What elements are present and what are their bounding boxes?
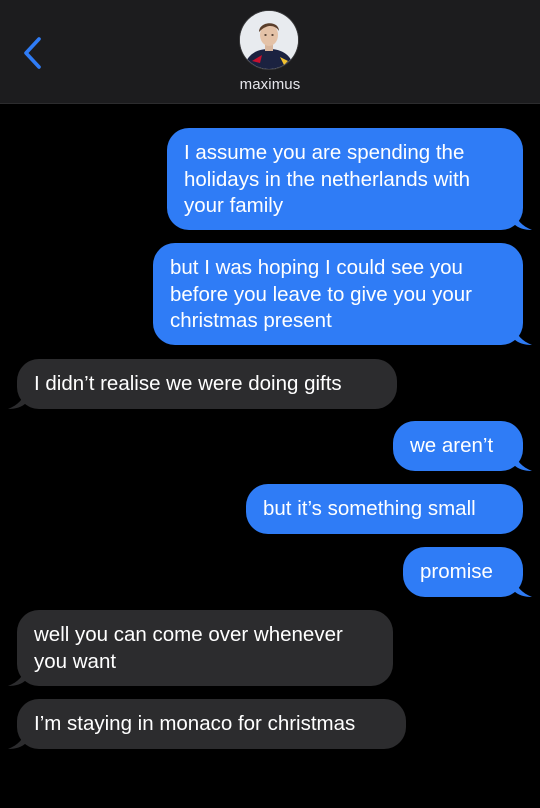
contact-name[interactable]: maximus bbox=[0, 76, 540, 93]
avatar-image bbox=[240, 11, 298, 69]
message-bubble-incoming[interactable]: I didn’t realise we were doing gifts bbox=[17, 359, 397, 409]
back-button[interactable] bbox=[18, 36, 48, 70]
message-bubble-incoming[interactable]: well you can come over whenever you want bbox=[17, 610, 393, 686]
chevron-left-icon bbox=[24, 37, 41, 69]
bubble-tail-outgoing bbox=[514, 577, 532, 597]
bubble-tail-incoming bbox=[8, 729, 26, 749]
message-bubble-outgoing[interactable]: promise bbox=[403, 547, 523, 597]
conversation-header: maximus bbox=[0, 0, 540, 104]
contact-avatar[interactable] bbox=[240, 11, 298, 69]
bubble-tail-incoming bbox=[8, 389, 26, 409]
message-bubble-incoming[interactable]: I’m staying in monaco for christmas bbox=[17, 699, 406, 749]
message-bubble-outgoing[interactable]: we aren’t bbox=[393, 421, 523, 471]
message-bubble-outgoing[interactable]: but it’s something small bbox=[246, 484, 523, 534]
bubble-tail-outgoing bbox=[514, 451, 532, 471]
bubble-tail-outgoing bbox=[514, 210, 532, 230]
message-bubble-outgoing[interactable]: but I was hoping I could see you before … bbox=[153, 243, 523, 345]
message-bubble-outgoing[interactable]: I assume you are spending the holidays i… bbox=[167, 128, 523, 230]
bubble-tail-incoming bbox=[8, 666, 26, 686]
bubble-tail-outgoing bbox=[514, 325, 532, 345]
